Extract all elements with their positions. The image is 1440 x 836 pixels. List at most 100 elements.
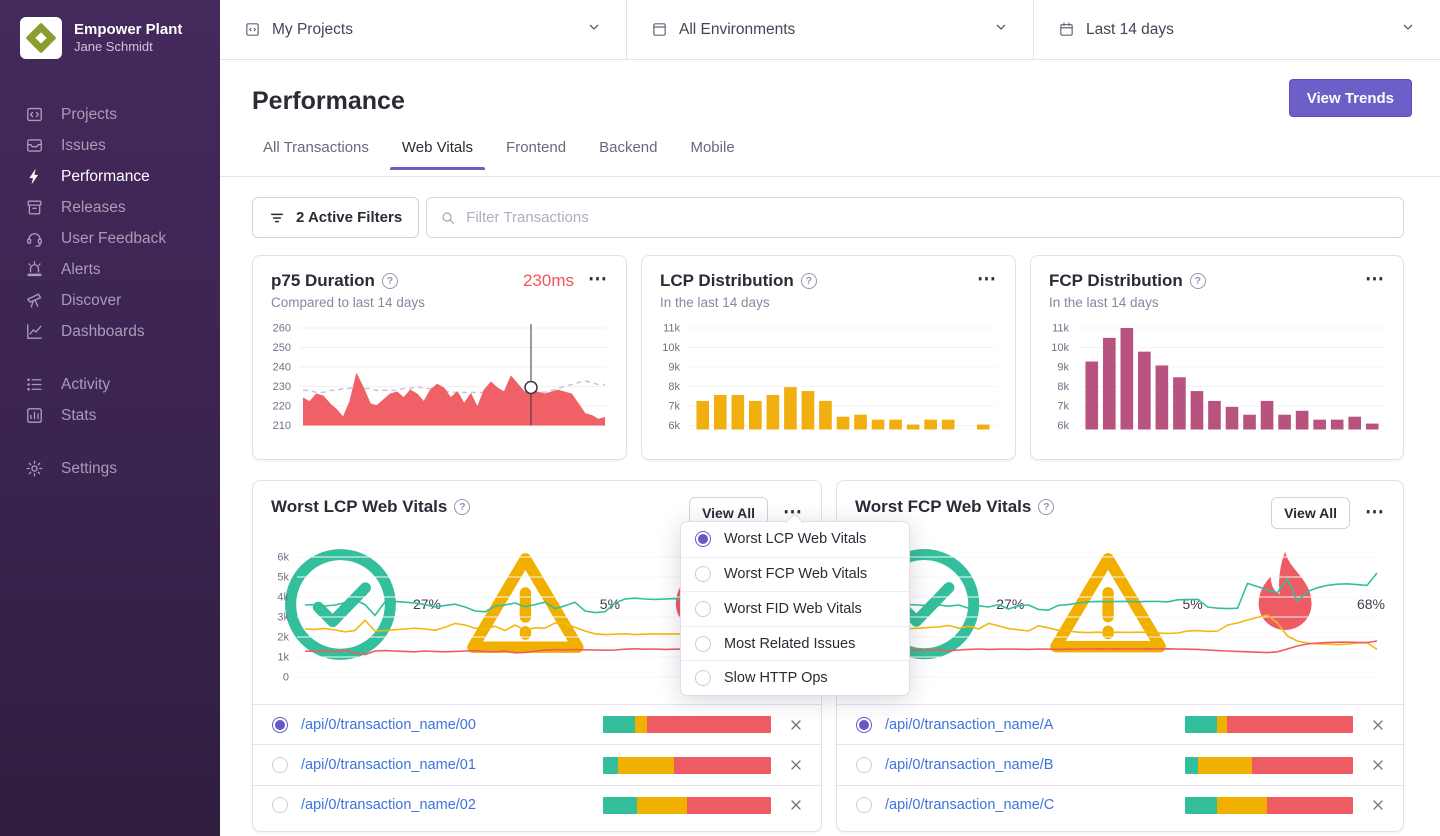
filter-dropdown-my-projects[interactable]: My Projects bbox=[220, 0, 627, 59]
sidebar-item-user-feedback[interactable]: User Feedback bbox=[0, 223, 220, 254]
transaction-link[interactable]: /api/0/transaction_name/C bbox=[885, 797, 1054, 813]
vitals-breakdown-bar bbox=[603, 756, 771, 774]
tab-bar: All Transactions Web Vitals Frontend Backen… bbox=[261, 139, 737, 170]
menu-item-label: Worst LCP Web Vitals bbox=[724, 531, 867, 548]
search-input[interactable] bbox=[466, 209, 1390, 226]
transaction-radio[interactable] bbox=[272, 797, 288, 814]
menu-item-worst-fid-web-vitals[interactable]: Worst FID Web Vitals bbox=[681, 591, 909, 626]
sidebar-item-dashboards[interactable]: Dashboards bbox=[0, 316, 220, 347]
sidebar-item-label: Releases bbox=[61, 198, 126, 216]
sidebar-item-performance[interactable]: Performance bbox=[0, 161, 220, 192]
vitals-breakdown-bar bbox=[603, 796, 771, 814]
svg-text:250: 250 bbox=[273, 342, 291, 354]
menu-item-slow-http-ops[interactable]: Slow HTTP Ops bbox=[681, 660, 909, 695]
bar-segment bbox=[646, 716, 771, 734]
svg-text:6k: 6k bbox=[277, 552, 289, 564]
dismiss-transaction[interactable] bbox=[788, 757, 804, 773]
transaction-link[interactable]: /api/0/transaction_name/02 bbox=[301, 797, 476, 813]
transaction-radio[interactable] bbox=[856, 757, 872, 774]
menu-item-worst-fcp-web-vitals[interactable]: Worst FCP Web Vitals bbox=[681, 556, 909, 592]
org-header[interactable]: Empower Plant Jane Schmidt bbox=[0, 0, 220, 59]
sidebar-item-activity[interactable]: Activity bbox=[0, 369, 220, 400]
tab-frontend[interactable]: Frontend bbox=[504, 139, 568, 169]
transaction-radio[interactable] bbox=[272, 757, 288, 774]
transaction-link[interactable]: /api/0/transaction_name/B bbox=[885, 757, 1053, 773]
ellipsis-menu-icon[interactable]: ⋯ bbox=[975, 270, 999, 289]
transaction-link[interactable]: /api/0/transaction_name/A bbox=[885, 717, 1053, 733]
dropdown-label: My Projects bbox=[272, 20, 353, 38]
svg-text:10k: 10k bbox=[662, 342, 680, 354]
chevron-down-icon bbox=[586, 19, 602, 35]
transaction-row: /api/0/transaction_name/01 bbox=[253, 744, 821, 784]
sidebar-item-label: Issues bbox=[61, 136, 106, 154]
tab-backend[interactable]: Backend bbox=[597, 139, 659, 169]
dismiss-transaction[interactable] bbox=[1370, 797, 1386, 813]
help-icon[interactable]: ? bbox=[1189, 273, 1206, 289]
close-icon bbox=[1370, 797, 1386, 813]
bar-segment bbox=[1226, 716, 1353, 734]
help-icon[interactable]: ? bbox=[381, 273, 398, 289]
search-icon bbox=[440, 210, 456, 226]
sidebar-item-alerts[interactable]: Alerts bbox=[0, 254, 220, 285]
bar-segment bbox=[636, 796, 687, 814]
vitals-breakdown-bar bbox=[1185, 716, 1353, 734]
ellipsis-menu-icon[interactable]: ⋯ bbox=[1363, 503, 1387, 522]
transaction-radio[interactable] bbox=[856, 716, 872, 733]
active-filters-button[interactable]: 2 Active Filters bbox=[252, 197, 420, 238]
sidebar-item-settings[interactable]: Settings bbox=[0, 453, 220, 484]
menu-item-most-related-issues[interactable]: Most Related Issues bbox=[681, 625, 909, 661]
ellipsis-menu-icon[interactable]: ⋯ bbox=[586, 270, 610, 289]
filter-dropdown-last-14-days[interactable]: Last 14 days bbox=[1034, 0, 1440, 59]
discover-icon bbox=[25, 291, 44, 310]
filter-dropdown-all-environments[interactable]: All Environments bbox=[627, 0, 1034, 59]
lcp-distribution-chart[interactable]: 11k 10k 9k 8k 7k 6k bbox=[650, 318, 1002, 452]
card-fcp-distribution: FCP Distribution ? ⋯ In the last 14 days… bbox=[1030, 255, 1404, 460]
sidebar-item-discover[interactable]: Discover bbox=[0, 285, 220, 316]
card-worst-fcp-vitals: Worst FCP Web Vitals ? View All ⋯ 27% 5% 6… bbox=[836, 480, 1404, 832]
dismiss-transaction[interactable] bbox=[788, 717, 804, 733]
dismiss-transaction[interactable] bbox=[1370, 757, 1386, 773]
dismiss-transaction[interactable] bbox=[788, 797, 804, 813]
tab-mobile[interactable]: Mobile bbox=[688, 139, 736, 169]
svg-text:9k: 9k bbox=[1057, 362, 1069, 374]
sidebar-item-releases[interactable]: Releases bbox=[0, 192, 220, 223]
tab-web-vitals[interactable]: Web Vitals bbox=[389, 139, 486, 170]
help-icon[interactable]: ? bbox=[800, 273, 817, 289]
fcp-distribution-chart[interactable]: 11k 10k 9k 8k 7k 6k bbox=[1039, 318, 1391, 452]
sidebar: Empower Plant Jane Schmidt Projects Issue… bbox=[0, 0, 220, 836]
sidebar-item-issues[interactable]: Issues bbox=[0, 130, 220, 161]
help-icon[interactable]: ? bbox=[1038, 499, 1055, 515]
transaction-row: /api/0/transaction_name/00 bbox=[253, 704, 821, 744]
transaction-radio[interactable] bbox=[856, 797, 872, 814]
transaction-link[interactable]: /api/0/transaction_name/01 bbox=[301, 757, 476, 773]
view-trends-button[interactable]: View Trends bbox=[1288, 79, 1412, 117]
close-icon bbox=[788, 717, 804, 733]
page-title: Performance bbox=[252, 87, 405, 115]
dismiss-transaction[interactable] bbox=[1370, 717, 1386, 733]
ellipsis-menu-icon[interactable]: ⋯ bbox=[1363, 270, 1387, 289]
nav-group-0: Projects Issues Performance Releases User Fe… bbox=[0, 99, 220, 347]
bar-segment bbox=[1198, 756, 1253, 774]
menu-item-worst-lcp-web-vitals[interactable]: Worst LCP Web Vitals bbox=[681, 522, 909, 557]
sidebar-item-label: Alerts bbox=[61, 260, 101, 278]
bar-segment bbox=[634, 716, 647, 734]
bar-segment bbox=[1185, 796, 1217, 814]
card-lcp-distribution: LCP Distribution ? ⋯ In the last 14 days… bbox=[641, 255, 1016, 460]
filter-lines-icon bbox=[269, 210, 285, 226]
sidebar-nav: Projects Issues Performance Releases User Fe… bbox=[0, 99, 220, 484]
card-subtitle: In the last 14 days bbox=[660, 295, 770, 310]
bar-segment bbox=[618, 756, 674, 774]
svg-text:240: 240 bbox=[273, 362, 291, 374]
svg-text:4k: 4k bbox=[277, 592, 289, 604]
help-icon[interactable]: ? bbox=[454, 499, 471, 515]
transaction-link[interactable]: /api/0/transaction_name/00 bbox=[301, 717, 476, 733]
sidebar-item-projects[interactable]: Projects bbox=[0, 99, 220, 130]
p75-duration-chart[interactable]: 260 250 240 230 220 210 bbox=[261, 318, 613, 452]
sidebar-item-stats[interactable]: Stats bbox=[0, 400, 220, 431]
menu-radio bbox=[695, 635, 711, 652]
transaction-radio[interactable] bbox=[272, 716, 288, 733]
worst-fcp-chart[interactable]: 6k5k4k3k2k1k0 bbox=[847, 547, 1385, 699]
view-all-button[interactable]: View All bbox=[1271, 497, 1350, 529]
issues-icon bbox=[25, 136, 44, 155]
tab-all-transactions[interactable]: All Transactions bbox=[261, 139, 371, 169]
